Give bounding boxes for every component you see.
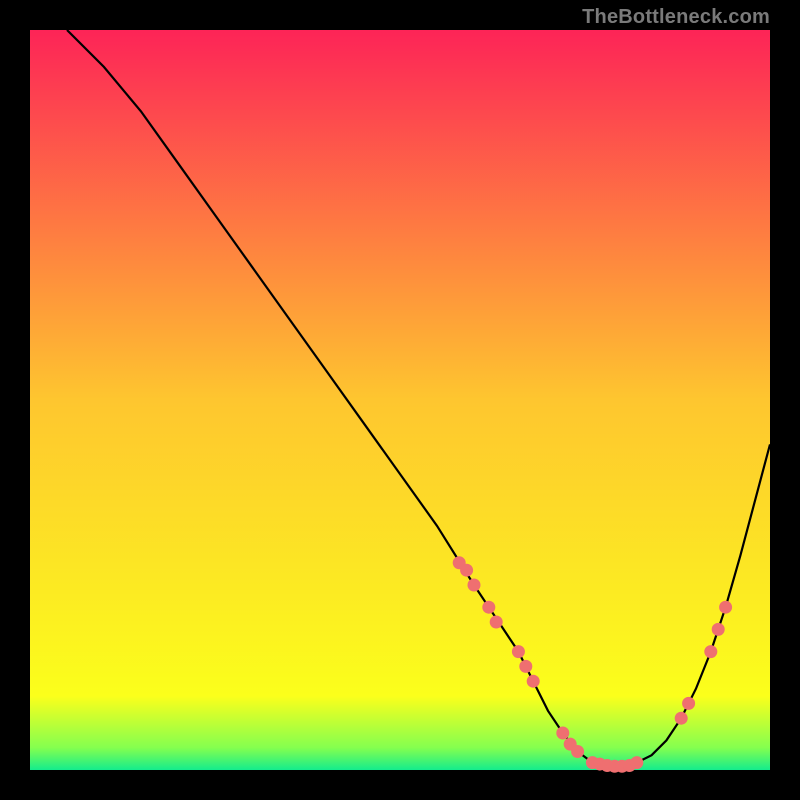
marker-point [490,616,503,629]
marker-point [468,579,481,592]
marker-point [512,645,525,658]
marker-point [719,601,732,614]
marker-point [712,623,725,636]
marker-point [682,697,695,710]
marker-point [675,712,688,725]
marker-point [630,756,643,769]
gradient-background [30,30,770,770]
marker-point [482,601,495,614]
marker-point [571,745,584,758]
chart-svg [0,0,800,800]
attribution-label: TheBottleneck.com [582,6,770,29]
marker-point [519,660,532,673]
marker-point [556,727,569,740]
marker-point [704,645,717,658]
marker-point [460,564,473,577]
marker-point [527,675,540,688]
